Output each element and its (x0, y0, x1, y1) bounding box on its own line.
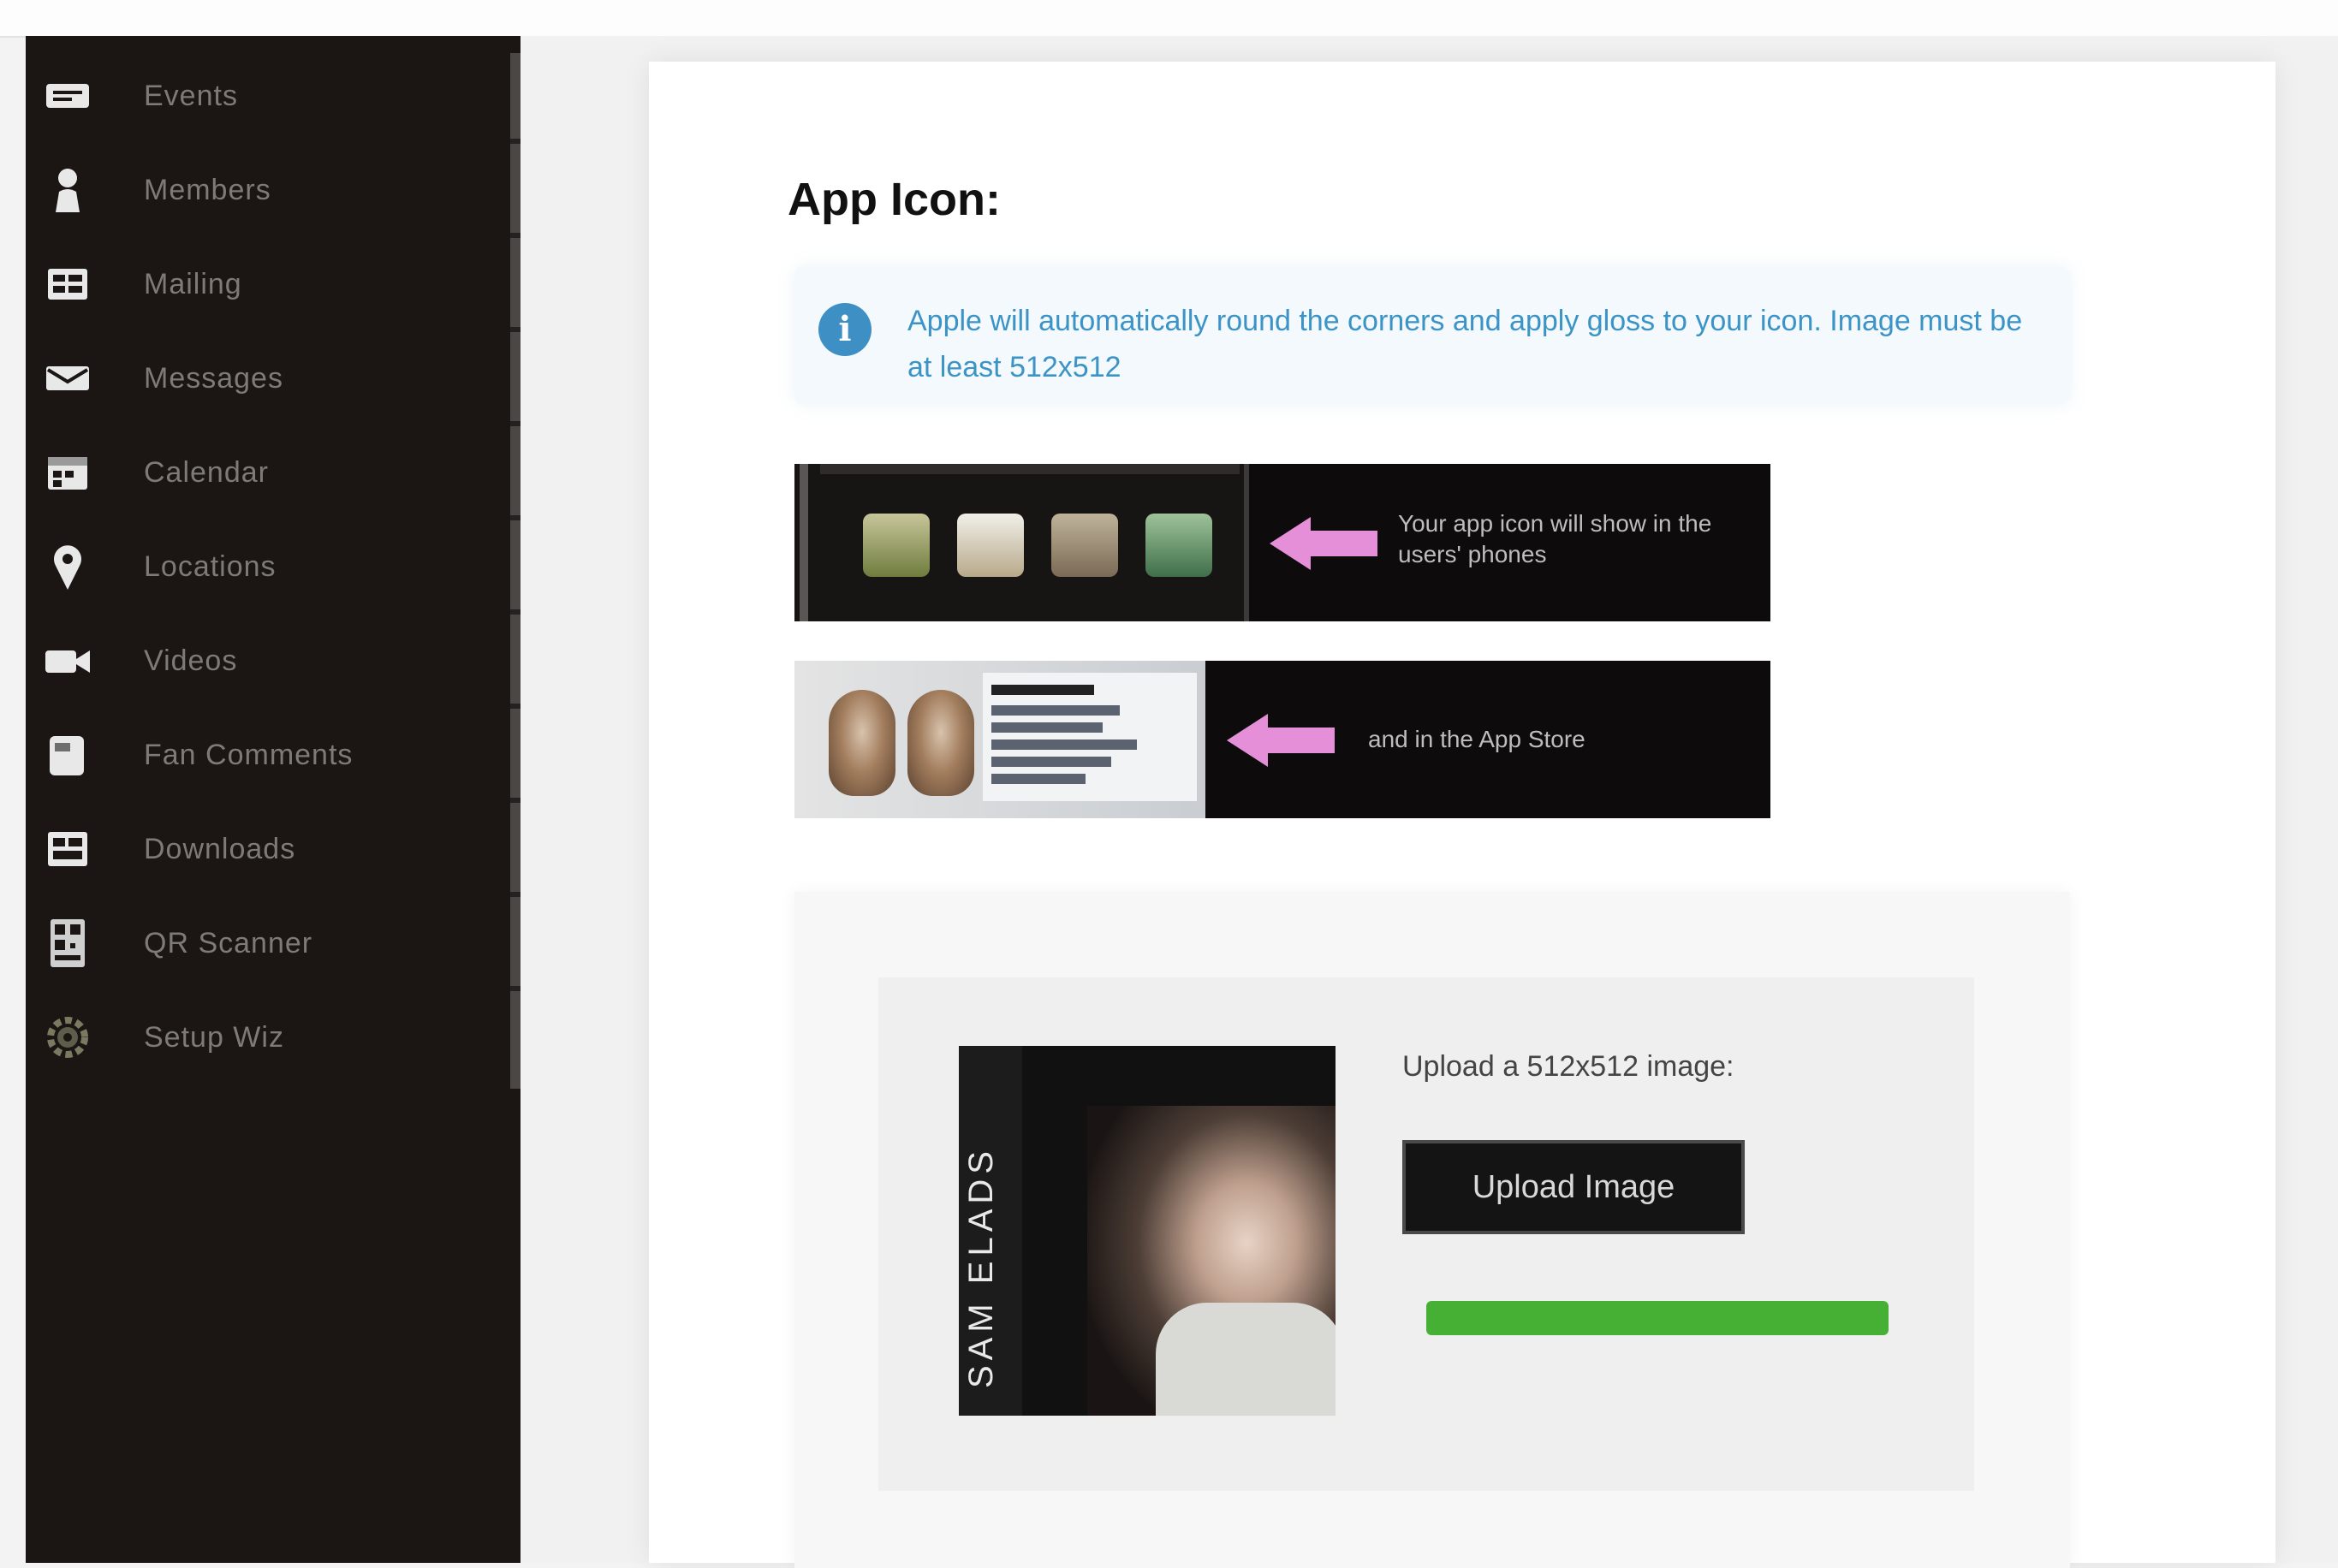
section-title: App Icon: (788, 174, 1001, 225)
video-icon (38, 644, 98, 678)
icon-preview-image: SAM ELADS (959, 1046, 1336, 1416)
upload-card: SAM ELADS Upload a 512x512 image: Upload… (878, 977, 1974, 1491)
sidebar-item-label: Events (144, 79, 238, 112)
sidebar-item-setup-wiz[interactable]: Setup Wiz (26, 995, 505, 1080)
sidebar-item-events[interactable]: Events (26, 53, 505, 139)
phone-preview-banner: Your app icon will show in the users' ph… (794, 464, 1770, 621)
sidebar-item-label: Videos (144, 644, 238, 677)
sidebar-item-label: Messages (144, 361, 283, 395)
browser-top-bar (0, 0, 2338, 38)
comment-icon (38, 731, 98, 779)
sidebar-item-qr-scanner[interactable]: QR Scanner (26, 900, 505, 986)
sidebar-item-messages[interactable]: Messages (26, 336, 505, 421)
sidebar-item-label: Setup Wiz (144, 1020, 284, 1054)
app-icon-panel: App Icon: i Apple will automatically rou… (649, 62, 2276, 1568)
sidebar-item-label: Downloads (144, 832, 296, 865)
arrow-left-icon (1270, 517, 1377, 570)
portrait-thumbnail (907, 690, 974, 796)
info-icon: i (818, 303, 872, 356)
app-thumbnail (1051, 514, 1118, 577)
person-icon (38, 166, 98, 214)
envelope-icon (38, 363, 98, 394)
arrow-left-icon (1227, 714, 1335, 767)
home-screen-screenshot (794, 464, 1249, 621)
sidebar-item-members[interactable]: Members (26, 147, 505, 233)
sidebar: Events Members Mailing Messages Calendar… (26, 36, 538, 1563)
sidebar-item-locations[interactable]: Locations (26, 524, 505, 609)
app-thumbnail (1145, 514, 1212, 577)
info-box: i Apple will automatically round the cor… (794, 267, 2070, 404)
portrait-thumbnail (829, 690, 895, 796)
upload-label: Upload a 512x512 image: (1402, 1050, 1734, 1083)
sidebar-item-label: Mailing (144, 267, 242, 300)
sidebar-item-label: QR Scanner (144, 926, 313, 959)
upload-progress-fill (1426, 1301, 1889, 1335)
sidebar-item-label: Fan Comments (144, 738, 354, 771)
list-icon (38, 267, 98, 301)
app-thumbnail (863, 514, 930, 577)
download-icon (38, 830, 98, 868)
app-store-preview-banner: and in the App Store (794, 661, 1770, 818)
app-thumbnail (957, 514, 1024, 577)
sidebar-item-calendar[interactable]: Calendar (26, 430, 505, 515)
preview-text: SAM ELADS (962, 1146, 1000, 1388)
sidebar-item-mailing[interactable]: Mailing (26, 241, 505, 327)
upload-progress-bar (1426, 1301, 1889, 1335)
banner-text: Your app icon will show in the users' ph… (1398, 510, 1712, 567)
sidebar-item-label: Calendar (144, 455, 269, 489)
banner-text: and in the App Store (1368, 726, 1585, 752)
map-pin-icon (38, 542, 98, 591)
sidebar-item-fan-comments[interactable]: Fan Comments (26, 712, 505, 798)
qr-code-icon (38, 918, 98, 969)
ticket-icon (38, 80, 98, 111)
sidebar-item-downloads[interactable]: Downloads (26, 806, 505, 892)
sidebar-item-label: Members (144, 173, 271, 206)
sidebar-item-videos[interactable]: Videos (26, 618, 505, 704)
gear-icon (38, 1012, 98, 1063)
info-text: Apple will automatically round the corne… (907, 305, 2023, 383)
main-area: App Icon: i Apple will automatically rou… (521, 36, 2338, 1568)
app-store-screenshot (794, 661, 1205, 818)
app-store-listing (983, 673, 1197, 801)
upload-section: SAM ELADS Upload a 512x512 image: Upload… (794, 892, 2070, 1568)
sidebar-item-label: Locations (144, 549, 277, 583)
calendar-icon (38, 454, 98, 491)
upload-image-button[interactable]: Upload Image (1402, 1140, 1745, 1234)
